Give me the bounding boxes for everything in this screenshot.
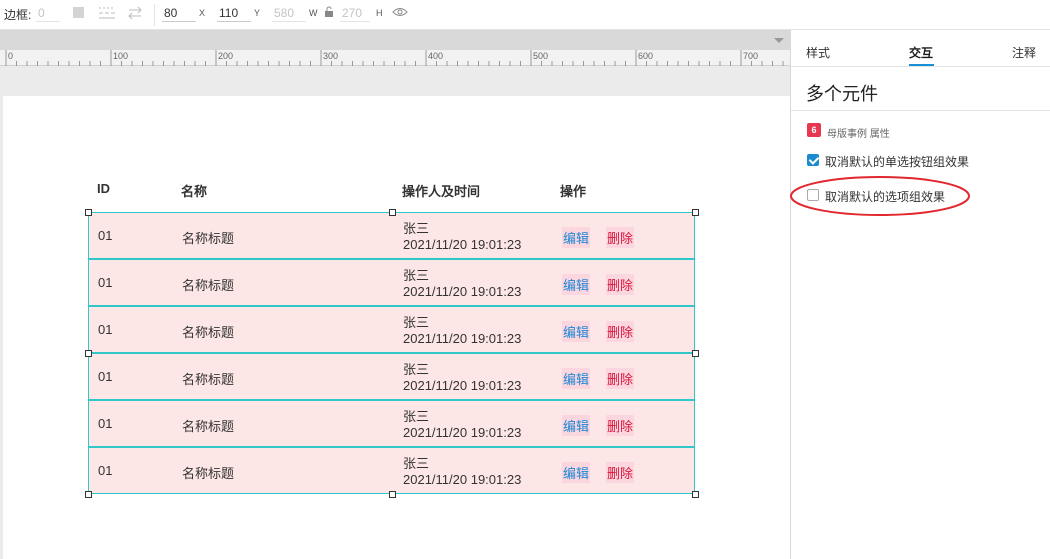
edit-link[interactable]: 编辑 [562, 368, 591, 389]
cell-id: 01 [98, 416, 113, 431]
cell-id: 01 [98, 228, 113, 243]
delete-link[interactable]: 删除 [606, 368, 635, 389]
resize-handle-top-right[interactable] [692, 209, 699, 216]
border-color-icon[interactable] [73, 7, 84, 18]
tab-style[interactable]: 样式 [806, 44, 830, 61]
arrow-style-icon[interactable] [127, 6, 143, 23]
cell-operator: 张三 [403, 409, 430, 424]
width-input[interactable] [272, 4, 306, 22]
delete-link[interactable]: 删除 [606, 227, 635, 248]
delete-link[interactable]: 删除 [606, 321, 635, 342]
ruler-label: 400 [428, 51, 443, 61]
border-width-input[interactable] [36, 4, 60, 22]
ruler-label: 500 [533, 51, 548, 61]
resize-handle-bottom-left[interactable] [85, 491, 92, 498]
active-tab-indicator [909, 64, 934, 66]
ruler-ticks: 0 100 200 300 400 500 600 700 [5, 50, 784, 66]
cell-time: 2021/11/20 19:01:23 [403, 425, 522, 440]
panel-title: 多个元件 [806, 84, 878, 104]
annotation-ellipse [790, 176, 970, 216]
table-row[interactable]: 01 名称标题 张三 2021/11/20 19:01:23 编辑 删除 [88, 447, 695, 494]
cell-id: 01 [98, 275, 113, 290]
cell-name: 名称标题 [182, 325, 235, 340]
inspector-panel: 样式 交互 注释 多个元件 6 母版事例 属性 取消默认的单选按钮组效果 取消默… [790, 30, 1050, 559]
cell-time: 2021/11/20 19:01:23 [403, 284, 522, 299]
edit-link[interactable]: 编辑 [562, 462, 591, 483]
cell-name: 名称标题 [182, 231, 235, 246]
ruler-label: 0 [8, 51, 13, 61]
cell-time: 2021/11/20 19:01:23 [403, 331, 522, 346]
master-properties-label[interactable]: 母版事例 属性 [827, 125, 890, 140]
h-suffix: H [376, 8, 383, 18]
tab-notes[interactable]: 注释 [1012, 44, 1036, 61]
cell-name: 名称标题 [182, 278, 235, 293]
table-row[interactable]: 01 名称标题 张三 2021/11/20 19:01:23 编辑 删除 [88, 400, 695, 447]
lock-icon[interactable] [324, 6, 334, 21]
cell-time: 2021/11/20 19:01:23 [403, 472, 522, 487]
edit-link[interactable]: 编辑 [562, 227, 591, 248]
cell-operator: 张三 [403, 268, 430, 283]
ruler-label: 100 [113, 51, 128, 61]
cell-operator: 张三 [403, 315, 430, 330]
ruler-dropdown-icon[interactable] [774, 38, 784, 43]
cell-id: 01 [98, 322, 113, 337]
header-actions: 操作 [560, 184, 587, 199]
cell-name: 名称标题 [182, 419, 235, 434]
ruler-label: 300 [323, 51, 338, 61]
cell-operator: 张三 [403, 362, 430, 377]
ruler-label: 600 [638, 51, 653, 61]
radio-group-checkbox[interactable] [807, 154, 819, 166]
x-input[interactable] [162, 4, 196, 22]
tab-interaction[interactable]: 交互 [909, 44, 933, 61]
cell-operator: 张三 [403, 456, 430, 471]
x-suffix: X [199, 8, 206, 18]
resize-handle-top-left[interactable] [85, 209, 92, 216]
toolbar: 边框: X Y W H [0, 0, 1050, 30]
table-row[interactable]: 01 名称标题 张三 2021/11/20 19:01:23 编辑 删除 [88, 306, 695, 353]
toolbar-divider [154, 4, 155, 26]
resize-handle-bottom[interactable] [389, 491, 396, 498]
edit-link[interactable]: 编辑 [562, 321, 591, 342]
border-label: 边框: [4, 8, 32, 22]
resize-handle-bottom-right[interactable] [692, 491, 699, 498]
cell-id: 01 [98, 463, 113, 478]
border-style-icon[interactable] [99, 6, 115, 23]
master-badge: 6 [807, 123, 821, 137]
header-name: 名称 [181, 184, 208, 199]
cell-name: 名称标题 [182, 466, 235, 481]
resize-handle-right[interactable] [692, 350, 699, 357]
header-id: ID [97, 181, 110, 196]
delete-link[interactable]: 删除 [606, 274, 635, 295]
visibility-eye-icon[interactable] [392, 6, 408, 21]
delete-link[interactable]: 删除 [606, 462, 635, 483]
cell-time: 2021/11/20 19:01:23 [403, 237, 522, 252]
delete-link[interactable]: 删除 [606, 415, 635, 436]
y-input[interactable] [217, 4, 251, 22]
inspector-tabs: 样式 交互 注释 [791, 30, 1050, 67]
y-suffix: Y [254, 8, 261, 18]
ruler-label: 700 [743, 51, 758, 61]
table-row[interactable]: 01 名称标题 张三 2021/11/20 19:01:23 编辑 删除 [88, 353, 695, 400]
data-table[interactable]: 01 名称标题 张三 2021/11/20 19:01:23 编辑 删除 01 … [88, 212, 695, 494]
resize-handle-left[interactable] [85, 350, 92, 357]
height-input[interactable] [340, 4, 370, 22]
cell-id: 01 [98, 369, 113, 384]
edit-link[interactable]: 编辑 [562, 274, 591, 295]
panel-divider [791, 110, 1050, 111]
ruler-bar [0, 30, 790, 50]
edit-link[interactable]: 编辑 [562, 415, 591, 436]
cell-time: 2021/11/20 19:01:23 [403, 378, 522, 393]
resize-handle-top[interactable] [389, 209, 396, 216]
horizontal-ruler: 0 100 200 300 400 500 600 700 [0, 50, 790, 66]
table-row[interactable]: 01 名称标题 张三 2021/11/20 19:01:23 编辑 删除 [88, 259, 695, 306]
cell-name: 名称标题 [182, 372, 235, 387]
cell-operator: 张三 [403, 221, 430, 236]
w-suffix: W [309, 8, 318, 18]
table-row[interactable]: 01 名称标题 张三 2021/11/20 19:01:23 编辑 删除 [88, 212, 695, 259]
header-operator: 操作人及时间 [402, 184, 481, 199]
ruler-label: 200 [218, 51, 233, 61]
radio-group-label[interactable]: 取消默认的单选按钮组效果 [825, 153, 969, 170]
